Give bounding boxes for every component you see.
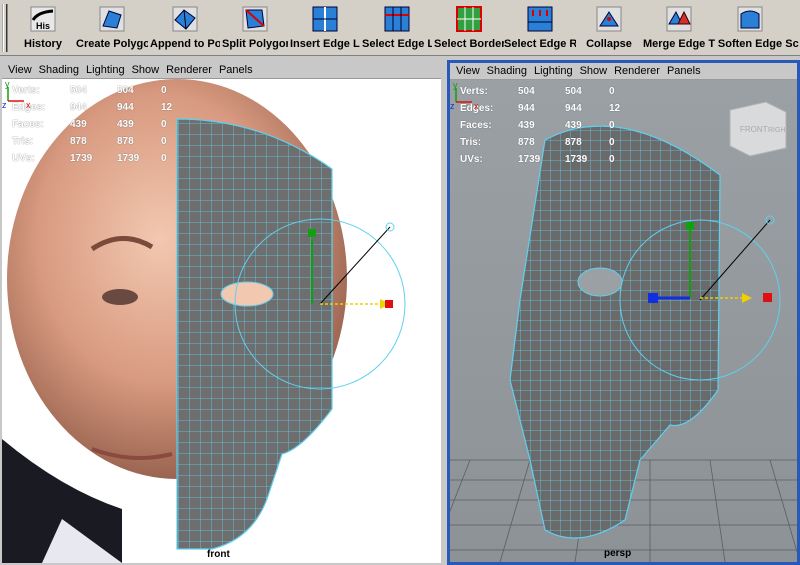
axis-indicator-persp: y z x	[450, 80, 479, 111]
hud-row: Faces: 439 439 0	[460, 120, 615, 131]
select-border-label: Select Border	[434, 38, 504, 50]
insert-edge-loop-button[interactable]: Insert Edge Lc	[290, 2, 360, 54]
front-viewport[interactable]: Verts: 504 504 0 Edges: 944 944 12 Faces: 439 43…	[2, 79, 441, 563]
hud-row: UVs: 1739 1739 0	[460, 154, 615, 165]
collapse-icon	[596, 6, 622, 32]
menu-show[interactable]: Show	[132, 64, 160, 76]
shelf-handle[interactable]	[2, 4, 8, 52]
merge-edge-icon	[666, 6, 692, 32]
append-to-polygon-button[interactable]: Append to Pol	[150, 2, 220, 54]
menu-renderer[interactable]: Renderer	[614, 65, 660, 77]
shelf-overflow-label: Sc	[785, 38, 799, 50]
menu-view[interactable]: View	[456, 65, 480, 77]
axis-y-label: y	[453, 80, 458, 90]
insert-edge-loop-label: Insert Edge Lc	[290, 38, 360, 50]
hud-row: Tris: 878 878 0	[460, 137, 615, 148]
view-cube[interactable]: FRONT RIGH	[729, 101, 787, 157]
soften-edge-label: Soften Edge	[717, 38, 783, 50]
axis-z-label: z	[2, 100, 7, 110]
append-polygon-icon	[172, 6, 198, 32]
hud-row: Tris: 878 878 0	[12, 136, 167, 147]
create-polygon-icon	[99, 6, 125, 32]
select-edge-ring-label: Select Edge R	[504, 38, 576, 50]
menu-panels[interactable]: Panels	[667, 65, 701, 77]
hud-row: Faces: 439 439 0	[12, 119, 167, 130]
shelf-overflow-button[interactable]: Sc	[784, 2, 800, 54]
insert-edge-loop-icon	[312, 6, 338, 32]
create-polygon-button[interactable]: Create Polygo	[76, 2, 148, 54]
axis-y-label: y	[5, 79, 10, 89]
create-polygon-label: Create Polygo	[76, 38, 148, 50]
menu-shading[interactable]: Shading	[39, 64, 79, 76]
select-border-edge-button[interactable]: Select Border	[434, 2, 504, 54]
menu-renderer[interactable]: Renderer	[166, 64, 212, 76]
svg-text:His: His	[36, 21, 50, 31]
persp-viewport-panel[interactable]: View Shading Lighting Show Renderer Pane…	[447, 60, 800, 565]
collapse-button[interactable]: Collapse	[578, 2, 640, 54]
menu-show[interactable]: Show	[580, 65, 608, 77]
history-label: History	[24, 38, 62, 50]
axis-x-label: x	[474, 101, 479, 111]
persp-viewport[interactable]: FRONT RIGH Verts: 504 504 0 Edges: 944 9…	[450, 80, 797, 562]
history-icon: His	[30, 6, 56, 32]
front-panel-menubar: View Shading Lighting Show Renderer Pane…	[2, 62, 441, 79]
select-edge-ring-button[interactable]: Select Edge R	[504, 2, 576, 54]
maya-window: His History Create Polygo Append to Pol	[0, 0, 800, 565]
merge-edge-label: Merge Edge T	[642, 38, 716, 50]
select-edge-loop-icon	[384, 6, 410, 32]
menu-view[interactable]: View	[8, 64, 32, 76]
append-to-polygon-label: Append to Pol	[150, 38, 220, 50]
tool-shelf: His History Create Polygo Append to Pol	[0, 0, 800, 56]
menu-shading[interactable]: Shading	[487, 65, 527, 77]
collapse-label: Collapse	[586, 38, 632, 50]
split-polygon-icon	[242, 6, 268, 32]
menu-panels[interactable]: Panels	[219, 64, 253, 76]
select-edge-loop-button[interactable]: Select Edge L	[362, 2, 432, 54]
soften-edge-button[interactable]: Soften Edge	[716, 2, 784, 54]
select-edge-ring-icon	[527, 6, 553, 32]
hud-row: UVs: 1739 1739 0	[12, 153, 167, 164]
select-edge-loop-label: Select Edge L	[362, 38, 432, 50]
axis-indicator-front: y z x	[2, 79, 31, 110]
persp-camera-label: persp	[604, 548, 632, 559]
axis-z-label: z	[450, 101, 455, 111]
soften-edge-icon	[737, 6, 763, 32]
face-mesh-persp	[509, 125, 721, 539]
viewcube-right-label: RIGH	[768, 127, 786, 134]
front-camera-label: front	[207, 549, 230, 560]
split-polygon-button[interactable]: Split Polygon	[222, 2, 288, 54]
history-button[interactable]: His History	[14, 2, 72, 54]
menu-lighting[interactable]: Lighting	[534, 65, 573, 77]
split-polygon-label: Split Polygon	[222, 38, 288, 50]
select-border-icon	[456, 6, 482, 32]
menu-lighting[interactable]: Lighting	[86, 64, 125, 76]
front-viewport-panel[interactable]: View Shading Lighting Show Renderer Pane…	[0, 60, 443, 565]
persp-panel-menubar: View Shading Lighting Show Renderer Pane…	[450, 63, 797, 80]
face-mesh-front	[176, 118, 333, 550]
viewcube-front-label: FRONT	[740, 125, 768, 134]
axis-x-label: x	[26, 100, 31, 110]
merge-edge-tool-button[interactable]: Merge Edge T	[642, 2, 716, 54]
